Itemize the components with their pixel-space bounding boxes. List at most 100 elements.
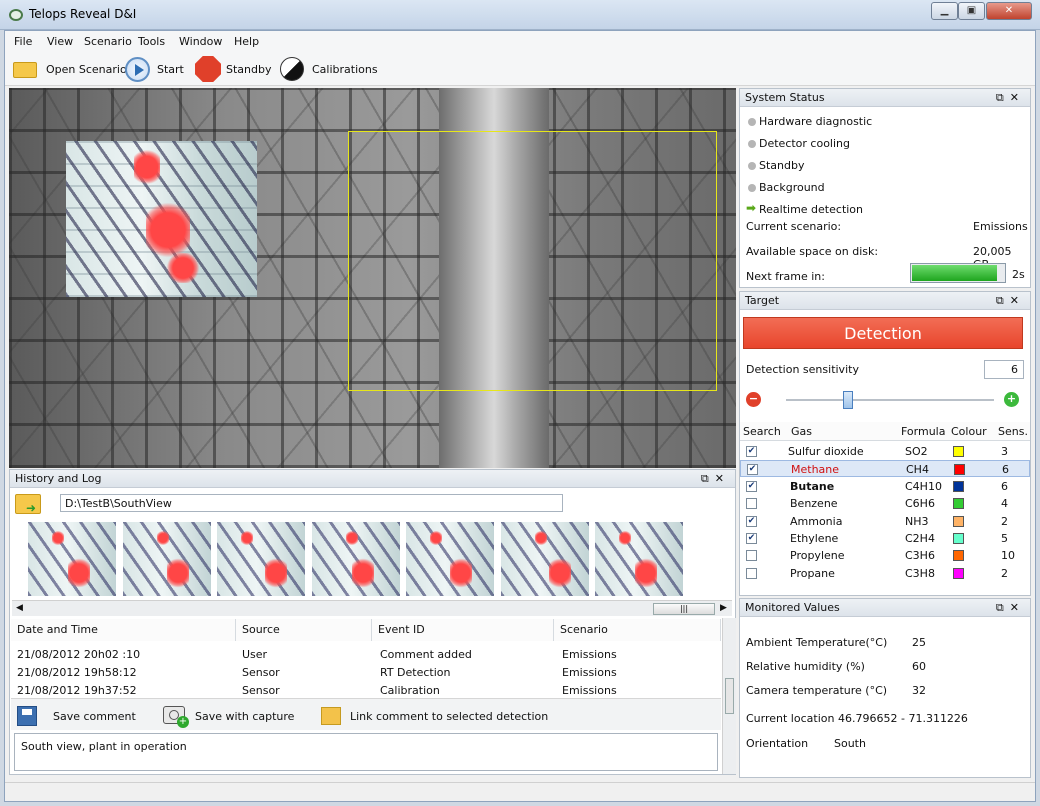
search-checkbox[interactable]: ✔ <box>746 446 757 457</box>
col-event[interactable]: Event ID <box>372 619 554 641</box>
gas-row[interactable]: Propylene C3H6 10 <box>740 547 1030 564</box>
gas-plume <box>134 147 160 187</box>
sticky-note-icon[interactable] <box>321 707 341 725</box>
thermal-inset-image[interactable] <box>66 141 257 297</box>
col-sens[interactable]: Sens. <box>998 425 1028 438</box>
open-folder-icon[interactable]: ➜ <box>15 494 41 514</box>
start-label[interactable]: Start <box>157 63 184 76</box>
history-thumbnail[interactable] <box>595 522 683 596</box>
col-date[interactable]: Date and Time <box>11 619 236 641</box>
menu-scenario[interactable]: Scenario <box>84 35 132 48</box>
search-checkbox[interactable] <box>746 567 757 579</box>
colour-swatch[interactable] <box>953 498 964 510</box>
open-scenario-button[interactable] <box>13 58 39 80</box>
history-thumbnail[interactable] <box>28 522 116 596</box>
col-scenario[interactable]: Scenario <box>554 619 721 641</box>
target-region-box[interactable] <box>348 131 717 391</box>
colour-swatch[interactable] <box>953 446 964 457</box>
detection-button[interactable]: Detection <box>743 317 1023 349</box>
menu-file[interactable]: File <box>14 35 32 48</box>
start-play-icon[interactable] <box>125 57 150 82</box>
history-thumbnail[interactable] <box>406 522 494 596</box>
menu-tools[interactable]: Tools <box>138 35 165 48</box>
search-checkbox[interactable] <box>746 498 757 510</box>
current-scenario-value: Emissions <box>973 220 1028 233</box>
history-thumbnail[interactable] <box>500 522 589 596</box>
search-checkbox[interactable]: ✔ <box>746 480 757 492</box>
table-cell: User <box>242 648 268 661</box>
colour-swatch[interactable] <box>953 533 964 544</box>
gas-formula: C2H4 <box>905 532 935 545</box>
status-dot-icon <box>748 162 756 170</box>
panel-buttons[interactable]: ⧉✕ <box>996 91 1025 105</box>
gas-sensitivity: 10 <box>1001 549 1015 563</box>
gas-row[interactable]: ✔ Butane C4H10 6 <box>740 478 1030 495</box>
minimize-button[interactable]: ▁ <box>931 2 958 20</box>
colour-swatch[interactable] <box>953 480 964 492</box>
history-thumbnail[interactable] <box>311 522 400 596</box>
scroll-thumb[interactable] <box>725 678 734 714</box>
gas-row[interactable]: ✔ Ethylene C2H4 5 <box>740 530 1030 547</box>
panel-buttons[interactable]: ⧉✕ <box>996 601 1025 615</box>
menu-view[interactable]: View <box>47 35 73 48</box>
gas-row[interactable]: ✔ Methane CH4 6 <box>740 460 1030 478</box>
col-colour[interactable]: Colour <box>951 425 987 438</box>
menu-window[interactable]: Window <box>179 35 222 48</box>
search-checkbox[interactable] <box>746 550 757 562</box>
colour-swatch[interactable] <box>953 550 964 562</box>
monitored-value: South <box>834 737 866 750</box>
col-source[interactable]: Source <box>236 619 372 641</box>
gas-row[interactable]: ✔ Ammonia NH3 2 <box>740 513 1030 530</box>
decrease-icon[interactable]: − <box>746 392 761 407</box>
open-scenario-label[interactable]: Open Scenario <box>46 63 127 76</box>
gas-plume <box>265 556 287 590</box>
sensitivity-slider-thumb[interactable] <box>843 391 854 409</box>
calibrations-label[interactable]: Calibrations <box>312 63 378 76</box>
maximize-button[interactable]: ▣ <box>958 2 985 20</box>
search-checkbox[interactable]: ✔ <box>747 464 758 476</box>
scroll-thumb[interactable]: ||| <box>653 603 715 615</box>
save-comment-button[interactable]: Save comment <box>53 710 136 723</box>
scroll-left-arrow-icon[interactable]: ◀ <box>16 603 23 613</box>
table-row[interactable]: 21/08/2012 20h02 :10 User Comment added Emi… <box>11 646 721 664</box>
save-with-capture-button[interactable]: Save with capture <box>195 710 294 723</box>
search-checkbox[interactable]: ✔ <box>746 533 757 544</box>
save-disk-icon[interactable] <box>17 706 37 726</box>
gas-formula: NH3 <box>905 514 929 528</box>
gas-row[interactable]: Benzene C6H6 4 <box>740 495 1030 512</box>
link-comment-button[interactable]: Link comment to selected detection <box>350 710 548 723</box>
col-search[interactable]: Search <box>743 425 781 438</box>
menu-help[interactable]: Help <box>234 35 259 48</box>
history-thumbnail[interactable] <box>217 522 305 596</box>
vertical-scrollbar[interactable] <box>722 618 736 774</box>
status-item-label: Detector cooling <box>759 137 851 150</box>
col-formula[interactable]: Formula <box>901 425 945 438</box>
panel-buttons[interactable]: ⧉✕ <box>701 472 730 486</box>
gas-formula: CH4 <box>906 463 929 477</box>
table-row[interactable]: 21/08/2012 19h58:12 Sensor RT Detection Emi… <box>11 664 721 682</box>
table-cell: Comment added <box>380 648 472 661</box>
colour-swatch[interactable] <box>954 464 965 476</box>
gas-row[interactable]: ✔ Sulfur dioxide SO2 3 <box>740 443 1030 460</box>
comment-input[interactable]: South view, plant in operation <box>14 733 718 771</box>
path-field[interactable]: D:\TestB\SouthView <box>60 494 563 512</box>
calibration-icon[interactable] <box>280 57 304 81</box>
sensitivity-input[interactable]: 6 <box>984 360 1024 379</box>
close-window-button[interactable]: ✕ <box>986 2 1032 20</box>
camera-icon[interactable]: + <box>163 706 189 728</box>
horizontal-scrollbar[interactable]: ◀ ||| ▶ <box>12 600 732 616</box>
col-gas[interactable]: Gas <box>791 425 812 438</box>
history-thumbnail[interactable] <box>122 522 211 596</box>
increase-icon[interactable]: + <box>1004 392 1019 407</box>
search-checkbox[interactable]: ✔ <box>746 515 757 527</box>
standby-stop-icon[interactable] <box>195 56 221 82</box>
sensitivity-slider-track[interactable] <box>786 399 994 401</box>
standby-label[interactable]: Standby <box>226 63 271 76</box>
colour-swatch[interactable] <box>953 567 964 579</box>
colour-swatch[interactable] <box>953 515 964 527</box>
panel-buttons[interactable]: ⧉✕ <box>996 294 1025 308</box>
gas-plume <box>548 556 571 590</box>
camera-view[interactable] <box>9 88 736 468</box>
gas-row[interactable]: Propane C3H8 2 <box>740 565 1030 582</box>
scroll-right-arrow-icon[interactable]: ▶ <box>720 603 727 613</box>
